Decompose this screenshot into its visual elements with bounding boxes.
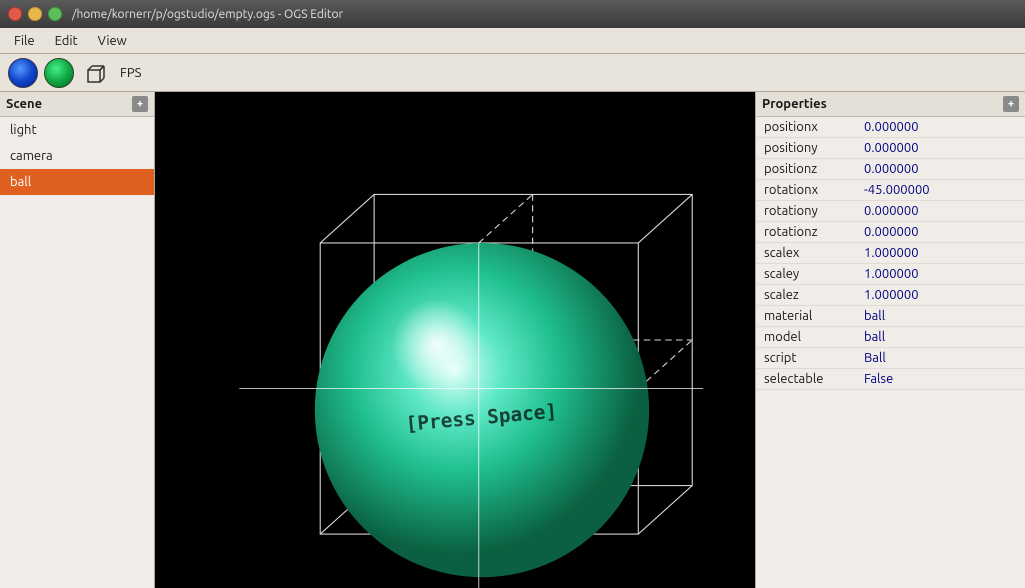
scene-items: light camera ball	[0, 117, 154, 195]
properties-title: Properties	[762, 97, 827, 111]
scene-panel: Scene + light camera ball	[0, 92, 155, 588]
viewport-content: [Press Space]	[155, 92, 755, 588]
properties-table: positionx0.000000positiony0.000000positi…	[756, 117, 1025, 588]
fps-label: FPS	[120, 66, 141, 80]
scene-title: Scene	[6, 97, 42, 111]
main-area: Scene + light camera ball	[0, 92, 1025, 588]
scene-header: Scene +	[0, 92, 154, 117]
prop-row[interactable]: scriptBall	[756, 348, 1025, 369]
prop-row[interactable]: scaley1.000000	[756, 264, 1025, 285]
prop-value[interactable]: 0.000000	[864, 162, 919, 176]
prop-row[interactable]: scalex1.000000	[756, 243, 1025, 264]
prop-name: rotationy	[764, 204, 864, 218]
prop-value[interactable]: -45.000000	[864, 183, 930, 197]
menubar: File Edit View	[0, 28, 1025, 54]
menu-view[interactable]: View	[88, 31, 137, 51]
prop-value[interactable]: False	[864, 372, 893, 386]
prop-name: scalex	[764, 246, 864, 260]
prop-value[interactable]: ball	[864, 330, 885, 344]
menu-file[interactable]: File	[4, 31, 45, 51]
window-title: /home/kornerr/p/ogstudio/empty.ogs - OGS…	[72, 8, 343, 21]
properties-add-button[interactable]: +	[1003, 96, 1019, 112]
titlebar: /home/kornerr/p/ogstudio/empty.ogs - OGS…	[0, 0, 1025, 28]
menu-edit[interactable]: Edit	[45, 31, 88, 51]
prop-value[interactable]: 0.000000	[864, 204, 919, 218]
prop-name: model	[764, 330, 864, 344]
scene-item-camera[interactable]: camera	[0, 143, 154, 169]
prop-name: script	[764, 351, 864, 365]
prop-value[interactable]: 1.000000	[864, 246, 919, 260]
prop-name: rotationz	[764, 225, 864, 239]
prop-name: material	[764, 309, 864, 323]
prop-row[interactable]: modelball	[756, 327, 1025, 348]
prop-row[interactable]: selectableFalse	[756, 369, 1025, 390]
prop-value[interactable]: Ball	[864, 351, 886, 365]
prop-name: scalez	[764, 288, 864, 302]
properties-header: Properties +	[756, 92, 1025, 117]
prop-value[interactable]: 0.000000	[864, 225, 919, 239]
properties-panel: Properties + positionx0.000000positiony0…	[755, 92, 1025, 588]
prop-name: selectable	[764, 372, 864, 386]
prop-value[interactable]: 1.000000	[864, 288, 919, 302]
prop-value[interactable]: 0.000000	[864, 120, 919, 134]
prop-name: scaley	[764, 267, 864, 281]
prop-row[interactable]: rotationz0.000000	[756, 222, 1025, 243]
scene-item-light[interactable]: light	[0, 117, 154, 143]
maximize-button[interactable]	[48, 7, 62, 21]
prop-row[interactable]: materialball	[756, 306, 1025, 327]
prop-name: positionx	[764, 120, 864, 134]
prop-row[interactable]: positionx0.000000	[756, 117, 1025, 138]
prop-value[interactable]: 0.000000	[864, 141, 919, 155]
prop-row[interactable]: positiony0.000000	[756, 138, 1025, 159]
prop-row[interactable]: rotationy0.000000	[756, 201, 1025, 222]
prop-row[interactable]: scalez1.000000	[756, 285, 1025, 306]
prop-value[interactable]: ball	[864, 309, 885, 323]
prop-row[interactable]: rotationx-45.000000	[756, 180, 1025, 201]
viewport[interactable]: [Press Space]	[155, 92, 755, 588]
scene-item-ball[interactable]: ball	[0, 169, 154, 195]
minimize-button[interactable]	[28, 7, 42, 21]
prop-name: rotationx	[764, 183, 864, 197]
cube-icon[interactable]	[80, 58, 110, 88]
prop-name: positiony	[764, 141, 864, 155]
prop-value[interactable]: 1.000000	[864, 267, 919, 281]
prop-name: positionz	[764, 162, 864, 176]
toolbar: FPS	[0, 54, 1025, 92]
scene-add-button[interactable]: +	[132, 96, 148, 112]
close-button[interactable]	[8, 7, 22, 21]
sphere-blue-icon[interactable]	[8, 58, 38, 88]
sphere-green-icon[interactable]	[44, 58, 74, 88]
prop-row[interactable]: positionz0.000000	[756, 159, 1025, 180]
